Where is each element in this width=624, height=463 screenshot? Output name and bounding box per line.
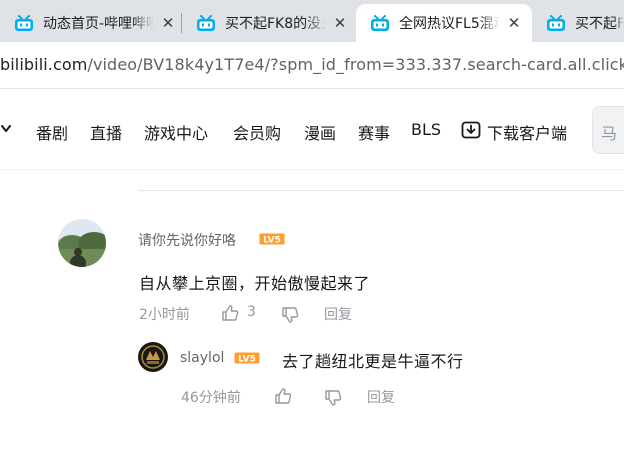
bilibili-favicon-icon — [370, 14, 390, 32]
nav-item-download-client[interactable]: 下载客户端 — [487, 120, 567, 144]
nav-item-manga[interactable]: 漫画 — [304, 120, 336, 144]
address-bar[interactable]: bilibili.com/video/BV18k4y1T7e4/?spm_id_… — [0, 42, 624, 88]
reply-time: 46分钟前 — [181, 390, 241, 406]
chevron-down-icon[interactable] — [0, 122, 12, 136]
nav-item-bangumi[interactable]: 番剧 — [36, 120, 68, 144]
thumbs-up-icon[interactable] — [221, 304, 239, 322]
browser-tab-strip: 动态首页-哔哩哔哩 ✕ 买不起FK8的没关系 ✕ 全网热议FL5混动版 ✕ 买不… — [0, 0, 624, 42]
nav-item-member-shop[interactable]: 会员购 — [233, 120, 281, 144]
url-host: bilibili.com — [0, 55, 88, 74]
url-path: /video/BV18k4y1T7e4/?spm_id_from=333.337… — [87, 55, 624, 74]
tab-title: 买不起FK8 — [575, 16, 624, 32]
download-icon[interactable] — [461, 120, 481, 140]
url-text[interactable]: bilibili.com/video/BV18k4y1T7e4/?spm_id_… — [0, 55, 624, 74]
tab-title: 动态首页-哔哩哔哩 — [43, 16, 154, 32]
reply-button[interactable]: 回复 — [367, 387, 395, 407]
comment-text: 自从攀上京圈，开始傲慢起来了 — [139, 274, 371, 293]
tab-close-icon[interactable]: ✕ — [160, 14, 176, 32]
bilibili-favicon-icon — [546, 14, 566, 32]
tab-title: 买不起FK8的没关系 — [225, 16, 326, 32]
thumbs-down-icon[interactable] — [324, 389, 342, 407]
level-badge-icon: LV5 — [234, 352, 260, 364]
nav-item-bls[interactable]: BLS — [411, 120, 441, 139]
comment-time: 2小时前 — [139, 307, 190, 323]
avatar[interactable] — [138, 342, 168, 372]
search-placeholder: 马 — [601, 124, 618, 143]
browser-tab[interactable]: 买不起FK8 — [546, 4, 624, 42]
bilibili-favicon-icon — [196, 14, 216, 32]
comment-username[interactable]: 请你先说你好咯 — [138, 230, 236, 250]
reply-button[interactable]: 回复 — [324, 304, 352, 324]
like-count: 3 — [247, 304, 256, 320]
search-input[interactable]: 马 — [592, 106, 624, 154]
site-header-nav: 番剧 直播 游戏中心 会员购 漫画 赛事 BLS 下载客户端 马 — [0, 89, 624, 169]
level-badge-text: LV5 — [263, 236, 281, 246]
thumbs-up-icon[interactable] — [274, 387, 292, 405]
reply-text: 去了趟纽北更是牛逼不行 — [282, 352, 464, 371]
nav-item-esports[interactable]: 赛事 — [358, 120, 390, 144]
level-badge-text: LV5 — [238, 355, 256, 365]
browser-tab-active[interactable]: 全网热议FL5混动版 ✕ — [356, 4, 532, 42]
level-badge-icon: LV5 — [259, 233, 285, 245]
tab-title: 全网热议FL5混动版 — [399, 16, 500, 32]
browser-tab[interactable]: 动态首页-哔哩哔哩 ✕ — [14, 4, 176, 42]
nav-divider — [0, 169, 624, 170]
comment-divider — [138, 190, 624, 191]
avatar[interactable] — [58, 219, 106, 267]
bilibili-favicon-icon — [14, 14, 34, 32]
nav-item-live[interactable]: 直播 — [90, 120, 122, 144]
tab-close-icon[interactable]: ✕ — [506, 14, 522, 32]
thumbs-down-icon[interactable] — [281, 306, 299, 324]
reply-username[interactable]: slaylol — [180, 350, 224, 366]
nav-item-game-center[interactable]: 游戏中心 — [144, 120, 208, 144]
browser-tab[interactable]: 买不起FK8的没关系 ✕ — [196, 4, 348, 42]
tab-close-icon[interactable]: ✕ — [332, 14, 348, 32]
tab-separator — [181, 13, 182, 33]
